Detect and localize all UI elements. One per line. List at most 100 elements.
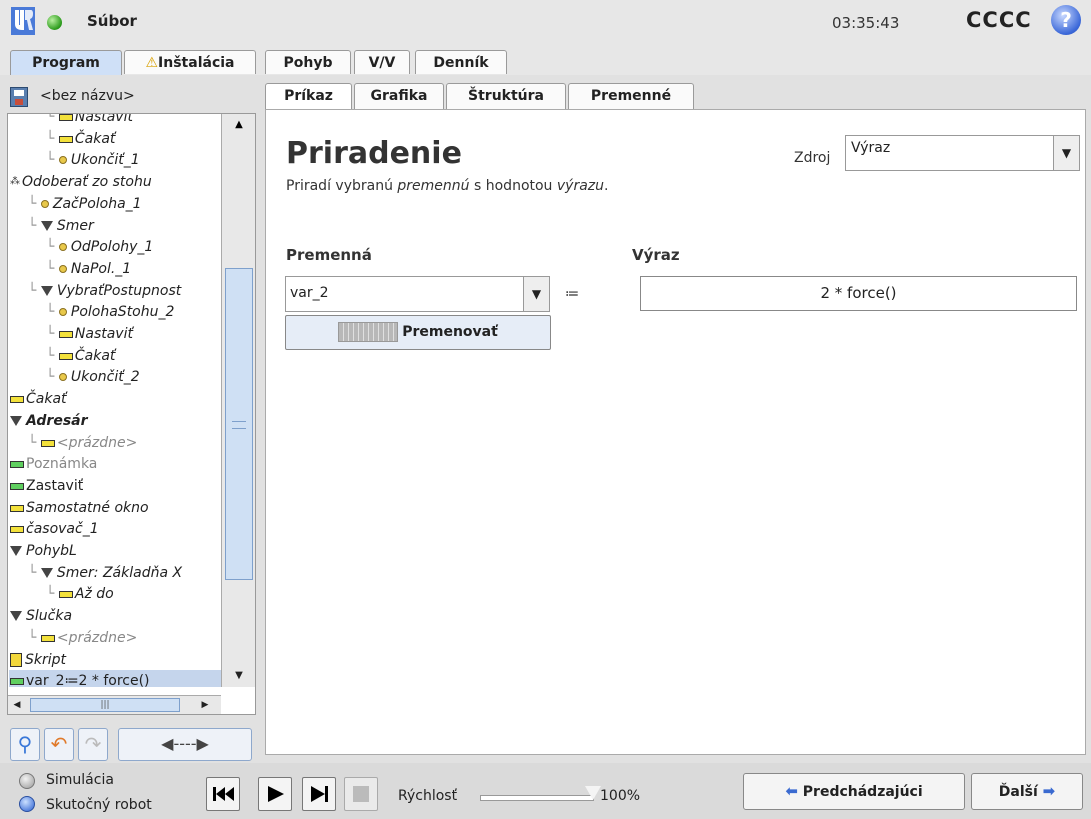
- tree-node[interactable]: PohybL: [10, 540, 77, 562]
- tree-node[interactable]: Adresár: [10, 410, 88, 432]
- folder-expanded-icon: [40, 286, 53, 296]
- variable-label: Premenná: [286, 246, 372, 264]
- redo-button[interactable]: ↷: [78, 728, 108, 761]
- source-dropdown[interactable]: Výraz ▼: [845, 135, 1080, 171]
- tree-node-label: OdPolohy_1: [70, 239, 154, 255]
- subtab-command[interactable]: Príkaz: [265, 83, 352, 110]
- tree-node[interactable]: └ Smer: Základňa X: [28, 562, 182, 584]
- tree-branch-line: └: [28, 630, 41, 646]
- scroll-up-icon[interactable]: ▲: [222, 114, 255, 136]
- chevron-down-icon[interactable]: ▼: [523, 277, 549, 311]
- tree-branch-line: └: [46, 261, 59, 277]
- tree-node[interactable]: └ Až do: [46, 583, 114, 605]
- rename-button[interactable]: Premenovať: [285, 315, 551, 350]
- scroll-thumb[interactable]: [225, 268, 253, 580]
- folder-expanded-icon: [40, 568, 53, 578]
- tree-node[interactable]: └ Nastaviť: [46, 323, 133, 345]
- scroll-left-icon[interactable]: ◀: [8, 696, 26, 714]
- tab-program[interactable]: Program: [10, 50, 122, 78]
- tree-node[interactable]: └ Nastaviť: [46, 114, 133, 128]
- tree-node-label: Smer: Základňa X: [56, 565, 183, 581]
- tree-branch-line: └: [28, 283, 41, 299]
- command-bar-icon: [10, 504, 24, 512]
- tree-branch-line: └: [46, 369, 59, 385]
- bottom-bar: Simulácia Skutočný robot Rýchlosť 100% ⬅…: [0, 763, 1091, 819]
- subtab-structure[interactable]: Štruktúra: [446, 83, 566, 109]
- tree-node[interactable]: Slučka: [10, 605, 72, 627]
- search-icon: ⚲: [17, 732, 33, 756]
- undo-button[interactable]: ↶: [44, 728, 74, 761]
- folder-expanded-icon: [10, 416, 22, 426]
- subtab-graphics-label: Grafika: [370, 88, 428, 104]
- tree-node[interactable]: var_2≔2 * force(): [9, 670, 221, 687]
- tree-node[interactable]: Samostatné okno: [10, 497, 149, 519]
- tree-node-label: Skript: [25, 652, 67, 668]
- variable-dropdown[interactable]: var_2 ▼: [285, 276, 550, 312]
- tree-branch-line: └: [46, 348, 59, 364]
- tree-branch-line: └: [28, 218, 41, 234]
- scroll-right-icon[interactable]: ▶: [196, 696, 214, 714]
- previous-button[interactable]: ⬅ Predchádzajúci: [743, 773, 965, 810]
- subtab-variables[interactable]: Premenné: [568, 83, 694, 109]
- subtab-graphics[interactable]: Grafika: [354, 83, 444, 109]
- command-bar-icon: [58, 114, 73, 121]
- tree-node[interactable]: └ Čakať: [46, 345, 115, 367]
- tree-node[interactable]: └ NaPol._1: [46, 258, 131, 280]
- search-button[interactable]: ⚲: [10, 728, 40, 761]
- tree-node-label: <prázdne>: [56, 630, 138, 646]
- hscroll-thumb[interactable]: |||: [30, 698, 180, 712]
- scroll-down-icon[interactable]: ▼: [222, 665, 255, 687]
- tree-node[interactable]: └ OdPolohy_1: [46, 236, 153, 258]
- desc-part: .: [604, 178, 609, 194]
- tree-node[interactable]: Čakať: [10, 388, 67, 410]
- expression-field[interactable]: 2 * force(): [640, 276, 1077, 311]
- tree-node-label: Čakať: [74, 131, 116, 147]
- tree-node[interactable]: Zastaviť: [10, 475, 83, 497]
- tree-node[interactable]: ⁂ Odoberať zo stohu: [10, 171, 152, 193]
- desc-variable: premennú: [397, 178, 470, 194]
- tree-node[interactable]: └ <prázdne>: [28, 627, 137, 649]
- vertical-scrollbar[interactable]: ▲ ▼: [221, 114, 255, 687]
- chevron-down-icon[interactable]: ▼: [1053, 136, 1079, 170]
- help-icon[interactable]: ?: [1051, 5, 1081, 35]
- step-button[interactable]: [302, 777, 336, 811]
- tab-io[interactable]: V/V: [354, 50, 410, 74]
- tree-node[interactable]: └ ZačPoloha_1: [28, 193, 142, 215]
- play-button[interactable]: [258, 777, 292, 811]
- tab-move[interactable]: Pohyb: [265, 50, 351, 74]
- command-bar-icon: [40, 634, 55, 642]
- tree-node-label: Ukončiť_1: [70, 152, 140, 168]
- tree-node[interactable]: └ VybraťPostupnost: [28, 280, 181, 302]
- tree-node-label: Nastaviť: [74, 114, 133, 125]
- tree-branch-line: └: [28, 435, 41, 451]
- tab-installation[interactable]: ⚠Inštalácia: [124, 50, 256, 74]
- tree-node[interactable]: └ Čakať: [46, 128, 115, 150]
- tree-node[interactable]: └ Smer: [28, 215, 94, 237]
- tree-node[interactable]: Poznámka: [10, 453, 97, 475]
- save-icon[interactable]: [10, 87, 28, 107]
- speed-slider-thumb[interactable]: [585, 786, 601, 800]
- desc-part: Priradí vybranú: [286, 178, 398, 194]
- tree-node[interactable]: časovač_1: [10, 518, 99, 540]
- file-menu[interactable]: Súbor: [87, 12, 137, 30]
- command-bar-icon: [58, 590, 73, 598]
- pallet-icon: ⁂: [10, 176, 20, 187]
- move-node-button[interactable]: ◀----▶: [118, 728, 252, 761]
- tree-node[interactable]: └ Ukončiť_1: [46, 149, 140, 171]
- tree-node[interactable]: └ Ukončiť_2: [46, 366, 140, 388]
- real-robot-radio[interactable]: [19, 796, 35, 812]
- speed-slider[interactable]: [480, 795, 594, 801]
- tree-node[interactable]: Skript: [10, 649, 66, 671]
- tab-log[interactable]: Denník: [415, 50, 507, 74]
- next-button[interactable]: Ďalší ➡: [971, 773, 1083, 810]
- tree-node-label: Odoberať zo stohu: [22, 174, 152, 190]
- tree-node[interactable]: └ PolohaStohu_2: [46, 301, 174, 323]
- tree-node-label: Slučka: [26, 608, 73, 624]
- waypoint-icon: [58, 156, 67, 164]
- tree-node[interactable]: └ <prázdne>: [28, 432, 137, 454]
- skip-to-start-button[interactable]: [206, 777, 240, 811]
- tab-installation-label: Inštalácia: [158, 55, 235, 71]
- stop-button[interactable]: [344, 777, 378, 811]
- simulation-radio[interactable]: [19, 773, 35, 789]
- horizontal-scrollbar[interactable]: ◀ ||| ▶: [8, 695, 221, 714]
